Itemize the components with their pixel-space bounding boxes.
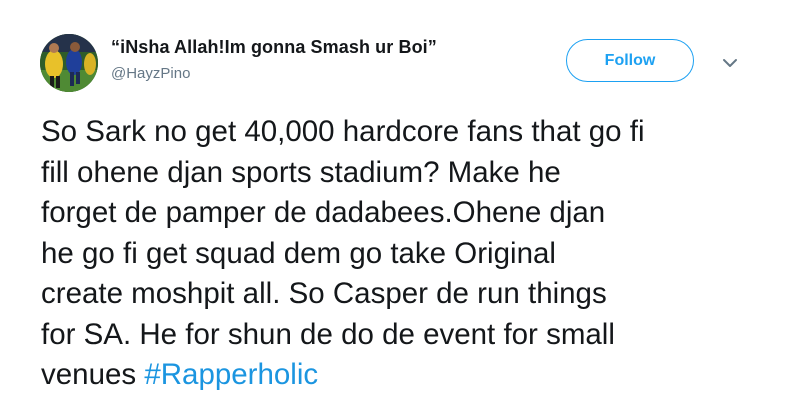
avatar-image [40,34,98,92]
tweet-line: he go fi get squad dem go take Original [41,236,556,270]
follow-button[interactable]: Follow [566,39,694,82]
hashtag-link[interactable]: #Rapperholic [144,358,318,391]
tweet-line: fill ohene djan sports stadium? Make he [41,155,561,189]
chevron-down-icon[interactable] [720,56,740,70]
tweet-line: So Sark no get 40,000 hardcore fans that… [41,115,645,148]
avatar[interactable] [40,34,98,92]
tweet-text: So Sark no get 40,000 hardcore fans that… [41,112,761,396]
tweet-card: “iNsha Allah!Im gonna Smash ur Boi” @Hay… [0,0,785,404]
tweet-line: create moshpit all. So Casper de run thi… [41,277,607,310]
tweet-last-line: venues #Rapperholic [41,355,761,396]
user-handle[interactable]: @HayzPino [111,65,190,82]
tweet-line: forget de pamper de dadabees.Ohene djan [41,196,606,229]
tweet-line: for SA. He for shun de do de event for s… [41,317,615,351]
display-name[interactable]: “iNsha Allah!Im gonna Smash ur Boi” [111,37,437,58]
tweet-line-text: venues [41,358,145,391]
